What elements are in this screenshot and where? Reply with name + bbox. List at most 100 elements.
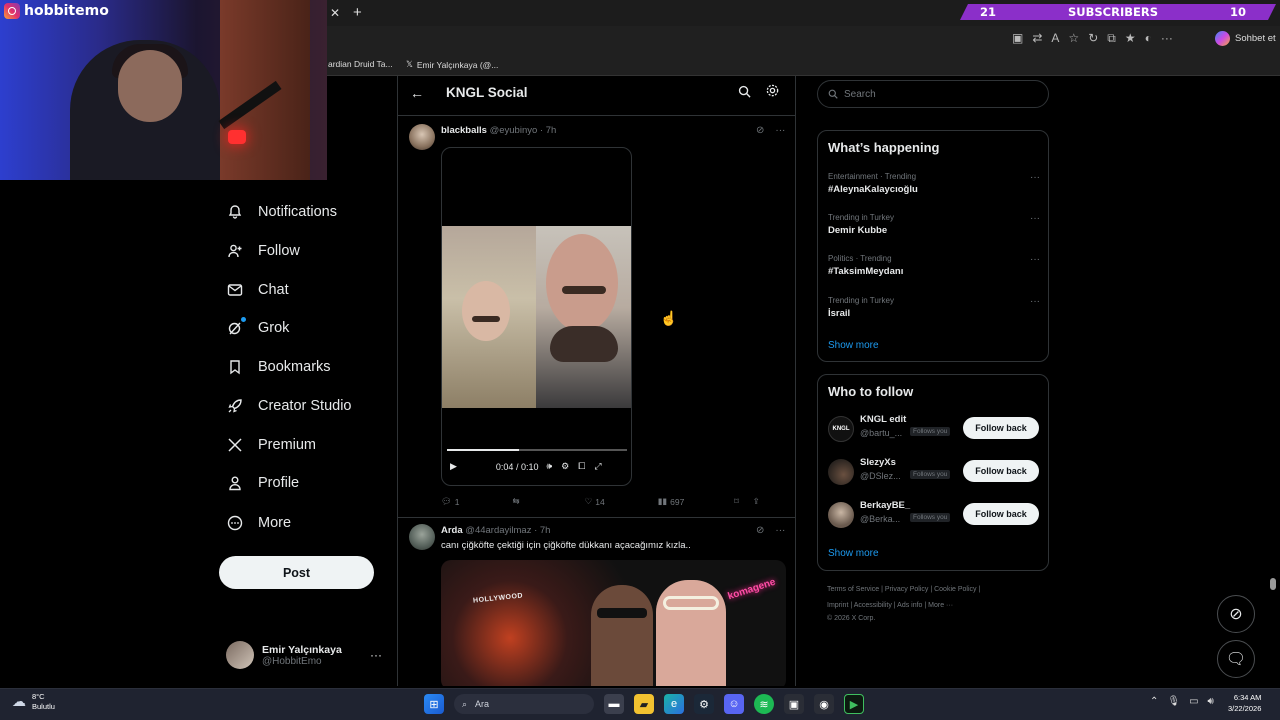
more-icon[interactable]: ···: [1030, 296, 1040, 307]
extensions-icon[interactable]: ⧉: [1107, 31, 1116, 46]
browser-menu-icon[interactable]: ···: [1161, 31, 1173, 46]
video-progress-bar[interactable]: [447, 449, 627, 451]
volume-icon[interactable]: 🕪: [546, 461, 552, 472]
bookmark-item[interactable]: ardian Druid Ta...: [328, 59, 393, 69]
show-more-link[interactable]: Show more: [828, 340, 879, 351]
discord-icon[interactable]: ☺: [724, 694, 744, 714]
account-more-icon[interactable]: ···: [370, 648, 382, 662]
terminal-icon[interactable]: ▣: [784, 694, 804, 714]
trend-item[interactable]: Entertainment · Trending #AleynaKalaycıo…: [828, 172, 1040, 195]
follow-back-button[interactable]: Follow back: [963, 417, 1039, 439]
profile-icon[interactable]: ◐: [1145, 31, 1152, 46]
avatar[interactable]: [409, 124, 435, 150]
more-icon[interactable]: ···: [775, 525, 785, 536]
spotify-icon[interactable]: ≋: [754, 694, 774, 714]
trend-item[interactable]: Trending in Turkey Demir Kubbe ···: [828, 213, 1040, 236]
nav-item-creator-studio[interactable]: Creator Studio: [226, 397, 352, 415]
footer-links[interactable]: Imprint | Accessibility | Ads info | Mor…: [827, 602, 953, 609]
follow-suggestion[interactable]: SlezyXs @DSlez... Follows you Follow bac…: [828, 457, 1040, 487]
fullscreen-icon[interactable]: ⤢: [594, 461, 601, 472]
tweet-time[interactable]: · 7h: [534, 525, 550, 536]
new-tab-icon[interactable]: +: [353, 4, 362, 21]
back-arrow-icon[interactable]: ←: [410, 85, 424, 101]
display-icon[interactable]: ▭: [1189, 696, 1198, 707]
nav-item-bookmarks[interactable]: Bookmarks: [226, 358, 331, 376]
more-icon[interactable]: ···: [775, 125, 785, 136]
trend-name: #AleynaKalaycıoğlu: [828, 184, 918, 195]
follow-suggestion[interactable]: KNGL KNGL edit @bartu_... Follows you Fo…: [828, 414, 1040, 444]
translate-icon[interactable]: ⇄: [1032, 31, 1042, 46]
close-tab-icon[interactable]: ✕: [330, 6, 340, 20]
grok-icon[interactable]: ⊘: [756, 125, 764, 136]
nav-item-premium[interactable]: Premium: [226, 436, 316, 454]
tweet-author-name[interactable]: blackballs: [441, 125, 487, 136]
tweet-author-name[interactable]: Arda: [441, 525, 463, 536]
trend-item[interactable]: Politics · Trending #TaksimMeydanı ···: [828, 254, 1040, 277]
more-icon[interactable]: ···: [1030, 254, 1040, 265]
account-switcher[interactable]: Emir Yalçınkaya @HobbitEmo: [226, 641, 342, 669]
split-screen-icon[interactable]: ▣: [1012, 31, 1023, 46]
nav-item-grok[interactable]: Grok: [226, 317, 289, 337]
media-app-icon[interactable]: ▶: [844, 694, 864, 714]
chevron-up-icon[interactable]: ⌃: [1150, 696, 1158, 707]
grok-icon[interactable]: ⊘: [756, 525, 764, 536]
nav-item-follow[interactable]: Follow: [226, 242, 300, 260]
search-icon[interactable]: [738, 85, 751, 101]
windows-start-icon[interactable]: ⊞: [424, 694, 444, 714]
follow-back-button[interactable]: Follow back: [963, 460, 1039, 482]
captions-icon[interactable]: ⧠: [578, 461, 585, 472]
grok-fab-button[interactable]: ⊘: [1217, 595, 1255, 633]
tweet-author-handle[interactable]: @44ardayilmaz: [465, 525, 531, 536]
nav-item-notifications[interactable]: Notifications: [226, 203, 337, 221]
person-plus-icon: [226, 242, 244, 260]
photo-person-left: [591, 585, 653, 686]
microphone-icon[interactable]: 🎙︎: [1167, 696, 1180, 707]
play-icon[interactable]: ▶: [450, 461, 457, 472]
main-column: ← KNGL Social blackballs @eyubinyo · 7h …: [397, 76, 796, 686]
trend-item[interactable]: Trending in Turkey İsrail ···: [828, 296, 1040, 319]
search-input[interactable]: Search: [817, 80, 1049, 108]
taskbar-search[interactable]: ⌕ Ara: [454, 694, 594, 714]
refresh-icon[interactable]: ↻: [1088, 31, 1098, 46]
edge-browser-icon[interactable]: e: [664, 694, 684, 714]
bookmark-icon[interactable]: ⌑: [734, 496, 738, 507]
steam-icon[interactable]: ⚙: [694, 694, 714, 714]
read-aloud-icon[interactable]: A: [1051, 31, 1059, 46]
more-icon[interactable]: ···: [1030, 172, 1040, 183]
tweet-photo[interactable]: HOLLYWOOD komagene: [441, 560, 786, 686]
tweet-video[interactable]: ▶ 0:04 / 0:10 🕪 ⚙ ⧠ ⤢: [441, 147, 632, 486]
tweet-author-handle[interactable]: @eyubinyo: [490, 125, 538, 136]
weather-widget[interactable]: ☁ 8°C Bulutlu: [12, 692, 55, 712]
obs-icon[interactable]: ◉: [814, 694, 834, 714]
speaker-icon[interactable]: 🔊︎: [1208, 696, 1214, 707]
follow-suggestion[interactable]: BerkayBE_ @Berka... Follows you Follow b…: [828, 500, 1040, 530]
retweet-icon[interactable]: ⇆: [513, 496, 520, 507]
views-icon[interactable]: ▮▮: [658, 496, 667, 507]
tweet-time[interactable]: · 7h: [540, 125, 556, 136]
show-more-link[interactable]: Show more: [828, 548, 879, 559]
nav-item-more[interactable]: More: [226, 514, 291, 532]
settings-icon[interactable]: ⚙: [561, 461, 569, 472]
avatar[interactable]: [409, 524, 435, 550]
gear-icon[interactable]: [765, 83, 780, 102]
file-explorer-icon[interactable]: ▰: [634, 694, 654, 714]
scrollbar-thumb[interactable]: [1270, 578, 1276, 590]
chat-fab-button[interactable]: 🗨︎: [1217, 640, 1255, 678]
follow-back-button[interactable]: Follow back: [963, 503, 1039, 525]
copilot-button[interactable]: Sohbet et: [1215, 31, 1276, 46]
post-button[interactable]: Post: [219, 556, 374, 589]
favorite-star-icon[interactable]: ☆: [1068, 31, 1079, 46]
share-icon[interactable]: ⇪: [753, 496, 760, 507]
nav-item-profile[interactable]: Profile: [226, 474, 299, 492]
more-icon[interactable]: ···: [1030, 213, 1040, 224]
favorites-icon[interactable]: ★: [1125, 31, 1136, 46]
taskbar-clock[interactable]: 6:34 AM 3/22/2026: [1228, 692, 1261, 715]
bookmark-item[interactable]: 𝕏 Emir Yalçınkaya (@...: [406, 59, 498, 70]
scrollbar[interactable]: [1270, 76, 1276, 686]
reply-icon[interactable]: 💬︎: [441, 496, 452, 507]
like-icon[interactable]: ♡: [585, 496, 593, 507]
footer-links[interactable]: Terms of Service | Privacy Policy | Cook…: [827, 586, 980, 593]
task-view-icon[interactable]: ▬: [604, 694, 624, 714]
weather-temp: 8°C: [32, 692, 45, 701]
nav-item-chat[interactable]: Chat: [226, 281, 289, 299]
